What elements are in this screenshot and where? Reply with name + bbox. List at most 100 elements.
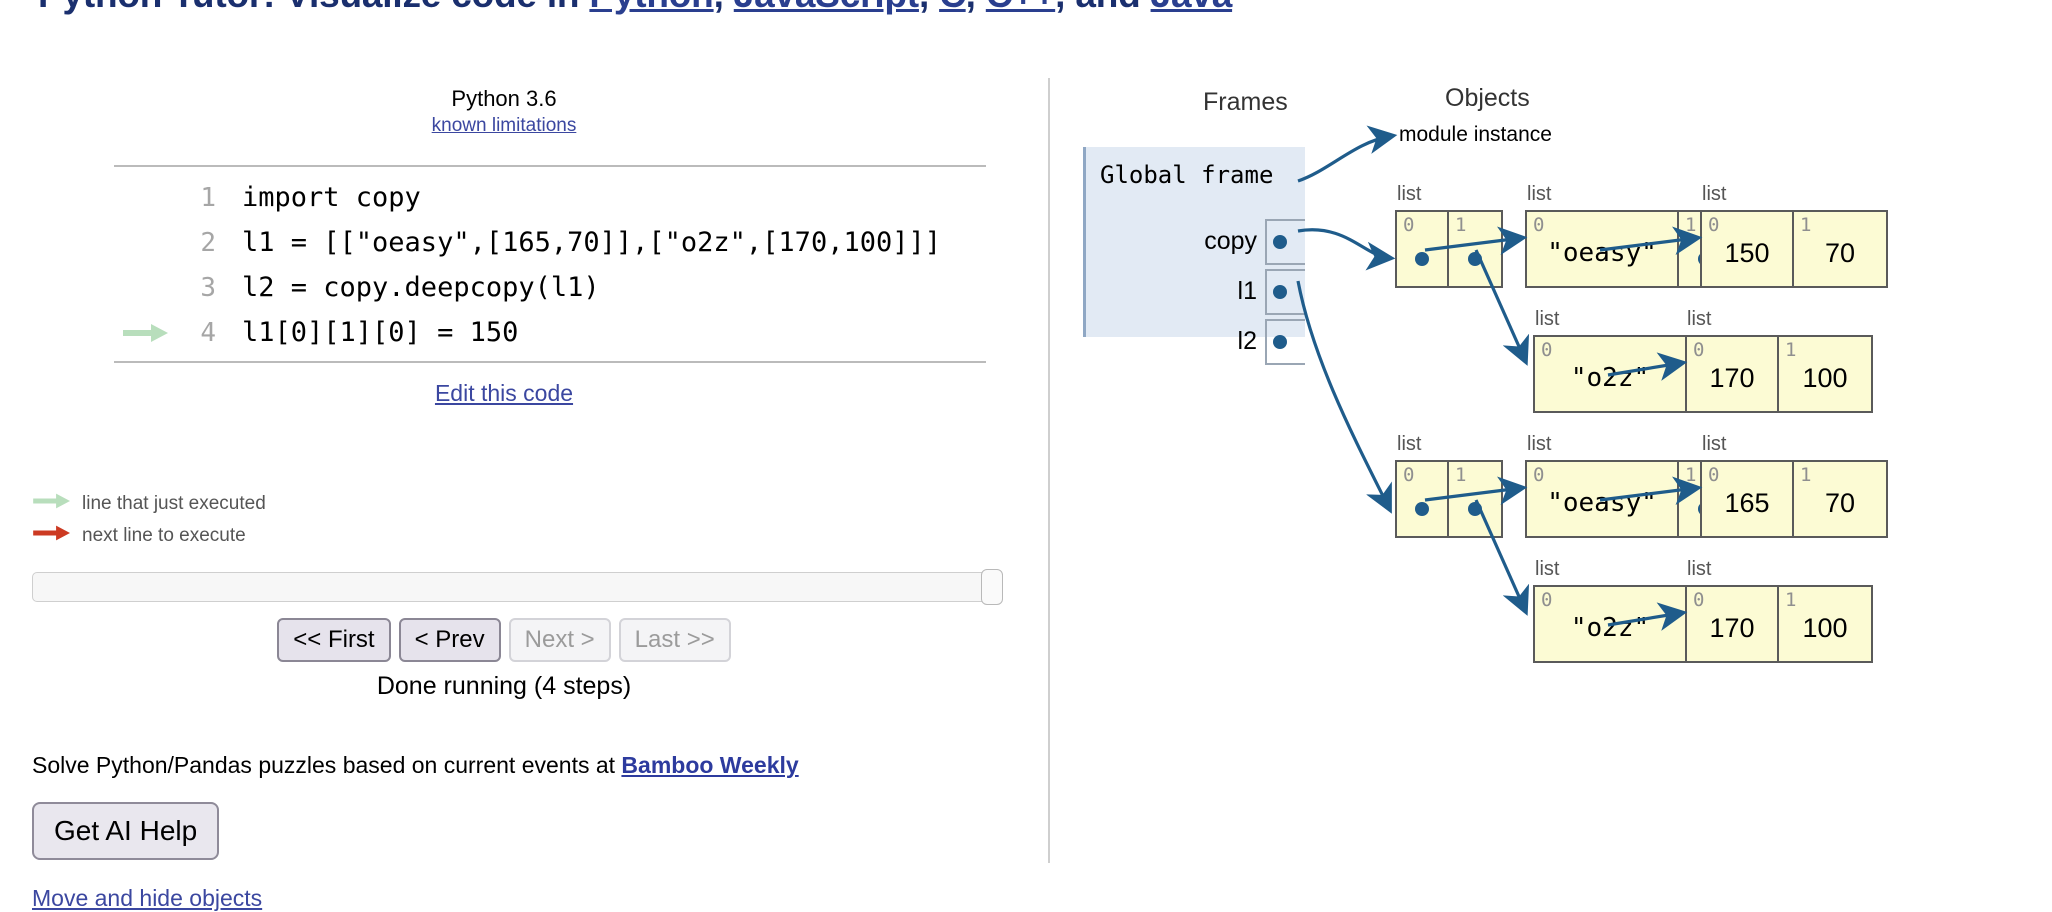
code-line-current[interactable]: 4 l1[0][1][0] = 150	[114, 310, 986, 355]
list-cell[interactable]: 1 70	[1794, 212, 1886, 286]
code-line[interactable]: 2 l1 = [["oeasy",[165,70]],["o2z",[170,1…	[114, 220, 986, 265]
line-number: 1	[200, 182, 216, 213]
list-cell[interactable]: 0 165	[1702, 462, 1794, 536]
object-l1-nums0[interactable]: list 0 150 1 70	[1700, 183, 1888, 288]
execution-slider[interactable]	[32, 569, 1003, 605]
code-line[interactable]: 3 l2 = copy.deepcopy(l1)	[114, 265, 986, 310]
list-cell[interactable]: 0 "oeasy"	[1527, 462, 1679, 536]
list-cell[interactable]: 0 "o2z"	[1535, 337, 1687, 411]
cell-index: 1	[1455, 214, 1467, 236]
list-cell[interactable]: 0	[1397, 462, 1449, 536]
list-cell[interactable]: 0 "oeasy"	[1527, 212, 1679, 286]
frame-variable-l1[interactable]: l1	[1097, 269, 1305, 317]
object-l1-outer[interactable]: list 0 1	[1395, 183, 1503, 288]
object-type-label: list	[1687, 308, 1712, 330]
legend-red-label: next line to execute	[82, 525, 246, 546]
title-link-c[interactable]: C	[939, 0, 966, 15]
cell-value: 70	[1824, 488, 1856, 518]
code-line[interactable]: 1 import copy	[114, 175, 986, 220]
pointer-dot-icon	[1468, 252, 1482, 266]
page-title: Python Tutor: Visualize code in Python , …	[38, 0, 1232, 16]
list-cell[interactable]: 0 150	[1702, 212, 1794, 286]
cell-index: 1	[1455, 464, 1467, 486]
executed-line-arrow-icon	[114, 322, 178, 344]
cell-index: 1	[1785, 339, 1797, 361]
object-type-label: list	[1535, 308, 1560, 330]
pane-divider	[1048, 78, 1050, 863]
legend-red-arrow-icon	[32, 524, 72, 548]
code-display: 1 import copy 2 l1 = [["oeasy",[165,70]]…	[114, 165, 986, 363]
objects-header: Objects	[1445, 84, 1530, 112]
step-navigation: << First < Prev Next > Last >>	[0, 618, 1008, 662]
line-code: import copy	[242, 182, 421, 213]
move-hide-objects-link[interactable]: Move and hide objects	[32, 885, 262, 911]
list-cell[interactable]: 0	[1397, 212, 1449, 286]
known-limitations-link[interactable]: known limitations	[432, 115, 577, 136]
promo-line: Solve Python/Pandas puzzles based on cur…	[32, 752, 799, 779]
next-step-button: Next >	[508, 618, 611, 662]
global-frame: Global frame copy l1 l2	[1083, 147, 1305, 365]
object-type-label: list	[1702, 433, 1727, 455]
title-sep-1: ,	[714, 0, 734, 15]
edit-this-code-link[interactable]: Edit this code	[435, 380, 573, 406]
variable-value-cell	[1265, 269, 1305, 315]
list-cell[interactable]: 1 100	[1779, 587, 1871, 661]
list-cell[interactable]: 1	[1449, 212, 1501, 286]
title-link-python[interactable]: Python	[589, 0, 713, 15]
page-title-prefix: Python Tutor: Visualize code in	[38, 0, 589, 15]
object-cells: 0 170 1 100	[1685, 335, 1873, 413]
cell-index: 0	[1541, 589, 1553, 611]
pointer-dot-icon	[1415, 502, 1429, 516]
object-l2-nums1[interactable]: list 0 170 1 100	[1685, 558, 1873, 663]
title-link-java[interactable]: Java	[1151, 0, 1233, 15]
frame-variable-copy[interactable]: copy	[1097, 219, 1305, 267]
list-cell[interactable]: 0 170	[1687, 587, 1779, 661]
execution-slider-handle[interactable]	[981, 569, 1003, 605]
object-l2-outer[interactable]: list 0 1	[1395, 433, 1503, 538]
cell-value: 170	[1709, 613, 1755, 643]
list-cell[interactable]: 1 70	[1794, 462, 1886, 536]
cell-index: 1	[1785, 589, 1797, 611]
title-link-cpp[interactable]: C++	[986, 0, 1056, 15]
bamboo-weekly-link[interactable]: Bamboo Weekly	[621, 752, 798, 778]
object-cells: 0 170 1 100	[1685, 585, 1873, 663]
variable-name: l2	[1237, 327, 1257, 355]
object-type-label: list	[1397, 183, 1422, 205]
frame-variable-l2[interactable]: l2	[1097, 319, 1305, 367]
title-link-javascript[interactable]: JavaScript	[734, 0, 919, 15]
promo-text: Solve Python/Pandas puzzles based on cur…	[32, 752, 622, 778]
variable-name: l1	[1237, 277, 1257, 305]
line-number: 3	[200, 272, 216, 303]
list-cell[interactable]: 1 100	[1779, 337, 1871, 411]
cell-value: 165	[1724, 488, 1770, 518]
cell-index: 1	[1685, 464, 1697, 486]
module-instance-label: module instance	[1399, 123, 1552, 146]
cell-value: "o2z"	[1570, 363, 1650, 393]
object-l1-nums1[interactable]: list 0 170 1 100	[1685, 308, 1873, 413]
cell-value: "oeasy"	[1547, 488, 1657, 518]
list-cell[interactable]: 1	[1449, 462, 1501, 536]
cell-index: 0	[1693, 339, 1705, 361]
pointer-dot-icon	[1273, 335, 1287, 349]
line-number: 2	[200, 227, 216, 258]
object-l2-nums0[interactable]: list 0 165 1 70	[1700, 433, 1888, 538]
get-ai-help-button[interactable]: Get AI Help	[32, 802, 220, 860]
object-cells: 0 165 1 70	[1700, 460, 1888, 538]
cell-index: 0	[1403, 464, 1415, 486]
cell-index: 0	[1708, 214, 1720, 236]
cell-index: 0	[1533, 214, 1545, 236]
execution-status: Done running (4 steps)	[376, 672, 632, 700]
pointer-dot-icon	[1273, 235, 1287, 249]
list-cell[interactable]: 0 "o2z"	[1535, 587, 1687, 661]
prev-step-button[interactable]: < Prev	[398, 618, 501, 662]
legend-green-label: line that just executed	[82, 493, 266, 514]
first-step-button[interactable]: << First	[277, 618, 391, 662]
cell-value: 100	[1802, 613, 1848, 643]
variable-value-cell	[1265, 319, 1305, 365]
object-type-label: list	[1527, 183, 1552, 205]
line-number: 4	[200, 317, 216, 348]
cell-value: "o2z"	[1570, 613, 1650, 643]
visualization-pane: Frames Objects Global frame copy l1 l2 m…	[1055, 60, 2052, 912]
global-frame-title: Global frame	[1100, 161, 1274, 189]
list-cell[interactable]: 0 170	[1687, 337, 1779, 411]
